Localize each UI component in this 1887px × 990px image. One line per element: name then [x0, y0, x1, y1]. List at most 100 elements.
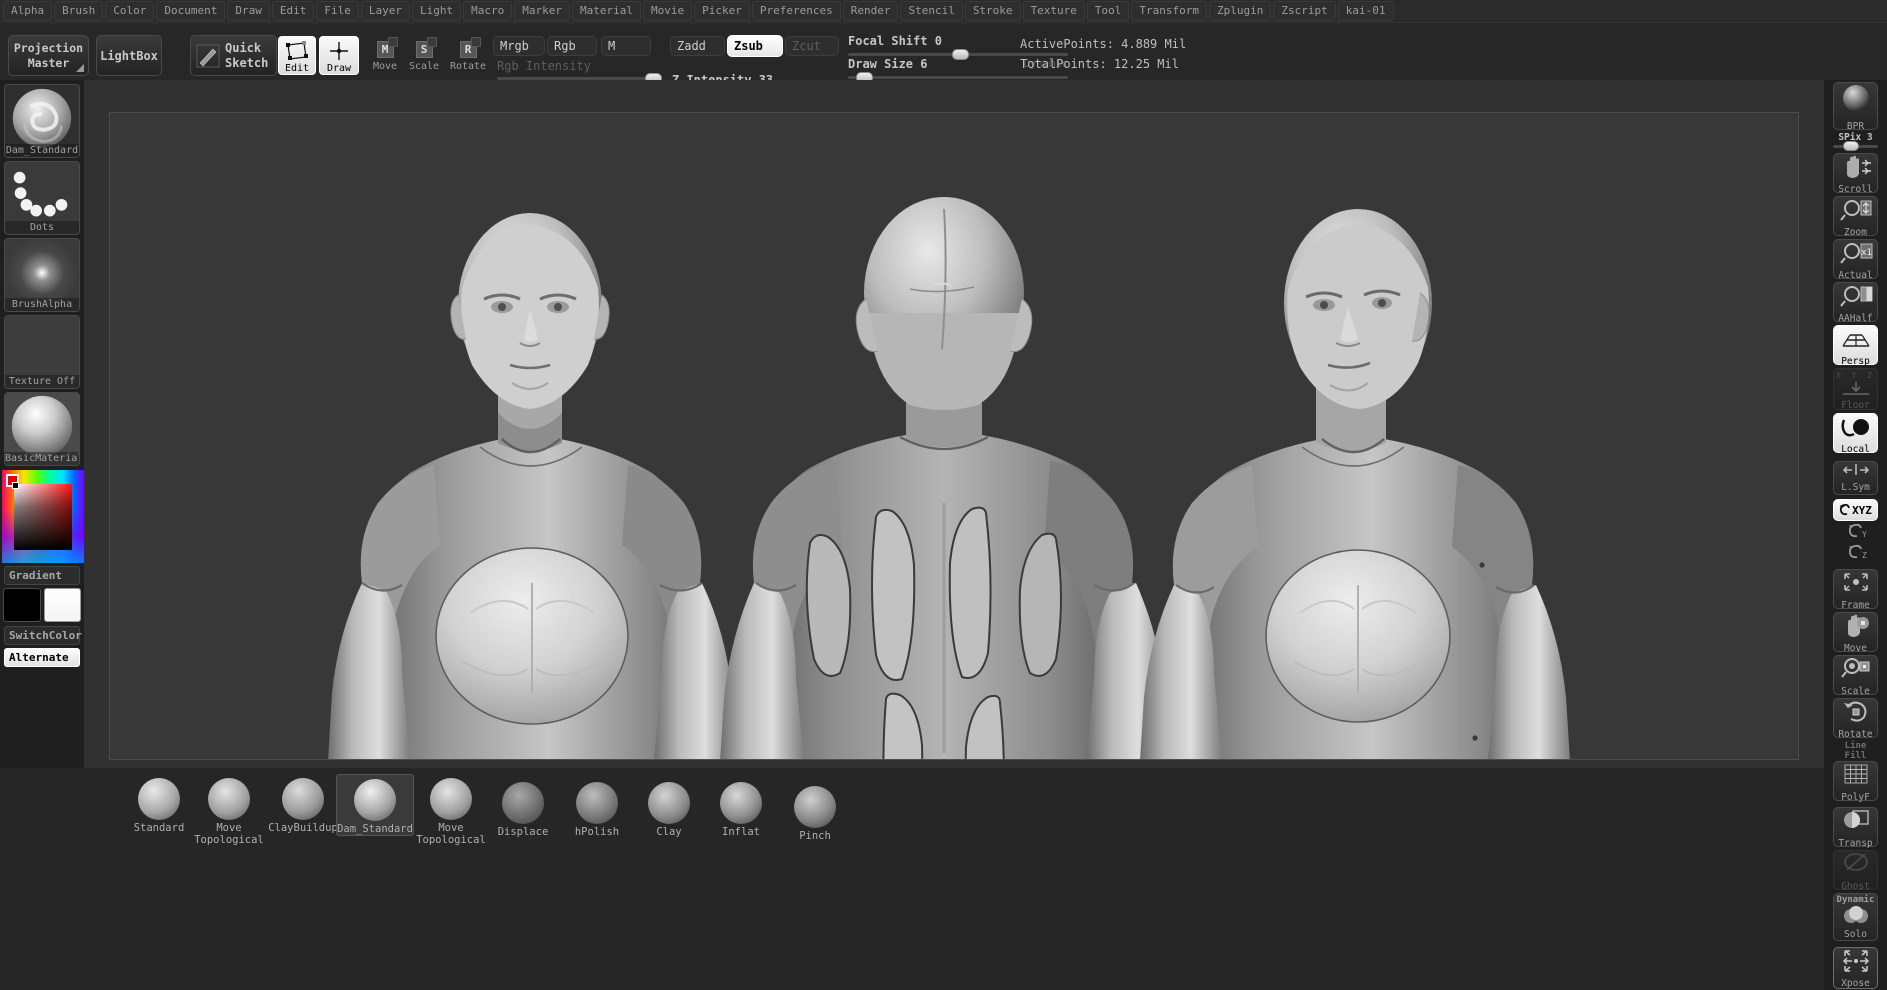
menu-item-draw[interactable]: Draw	[227, 1, 270, 21]
scale-mode-button[interactable]: S Scale	[404, 36, 444, 75]
local-button[interactable]: Local	[1833, 413, 1878, 455]
lsym-button[interactable]: L.Sym	[1833, 461, 1878, 495]
edit-mode-button[interactable]: Edit	[278, 36, 316, 75]
menu-item-preferences[interactable]: Preferences	[751, 1, 841, 21]
brush-label: hPolish	[574, 826, 620, 838]
move-label: Move	[372, 61, 398, 72]
rgb-intensity-slider[interactable]: Rgb Intensity	[497, 59, 662, 84]
viewport-canvas[interactable]	[84, 80, 1824, 768]
mrgb-button[interactable]: Mrgb	[493, 36, 545, 56]
zadd-button[interactable]: Zadd	[670, 36, 725, 56]
brush-swatch[interactable]: Dam_Standard	[4, 84, 80, 158]
menu-item-texture[interactable]: Texture	[1022, 1, 1085, 21]
switch-color-button[interactable]: SwitchColor	[4, 626, 82, 645]
menu-item-render[interactable]: Render	[842, 1, 899, 21]
zoom-button[interactable]: Zoom	[1833, 196, 1878, 238]
quick-sketch-button[interactable]: Quick Sketch	[190, 35, 277, 76]
xyz-symmetry-button[interactable]: XYZ	[1833, 499, 1878, 521]
material-swatch[interactable]: BasicMaterial	[4, 392, 80, 466]
lightbox-button[interactable]: LightBox	[96, 35, 162, 76]
floor-axes-label[interactable]: X Y Z	[1834, 369, 1877, 380]
menu-item-color[interactable]: Color	[105, 1, 155, 21]
menu-item-picker[interactable]: Picker	[694, 1, 750, 21]
brush-item-clay[interactable]: Clay	[630, 782, 708, 838]
focal-shift-track[interactable]	[848, 49, 1068, 60]
color-picker[interactable]	[2, 470, 84, 563]
actual-button[interactable]: x1 Actual	[1833, 239, 1878, 281]
projection-master-button[interactable]: Projection Master	[8, 35, 89, 76]
spix-knob[interactable]	[1843, 141, 1859, 151]
ghost-button[interactable]: Ghost	[1833, 850, 1878, 892]
menu-item-zplugin[interactable]: Zplugin	[1209, 1, 1272, 21]
m-button[interactable]: M	[601, 36, 651, 56]
transp-button[interactable]: Transp	[1833, 807, 1878, 849]
texture-swatch[interactable]: Texture Off	[4, 315, 80, 389]
menu-item-file[interactable]: File	[316, 1, 359, 21]
scroll-button[interactable]: Scroll	[1833, 153, 1878, 195]
menu-item-edit[interactable]: Edit	[271, 1, 315, 21]
menu-item-stencil[interactable]: Stencil	[900, 1, 963, 21]
move-mode-button[interactable]: M Move	[365, 36, 405, 75]
menu-item-macro[interactable]: Macro	[463, 1, 513, 21]
xpose-button[interactable]: Xpose	[1833, 947, 1878, 989]
menu-item-kai01[interactable]: kai-01	[1337, 1, 1394, 21]
brush-item-move-topological-1[interactable]: Move Topological	[190, 778, 268, 846]
brush-item-claybuildup[interactable]: ClayBuildup	[264, 778, 342, 834]
draw-size-track[interactable]	[848, 72, 1068, 83]
floor-button[interactable]: X Y Z Floor	[1833, 368, 1878, 411]
zcut-button[interactable]: Zcut	[785, 36, 839, 56]
menu-item-layer[interactable]: Layer	[360, 1, 410, 21]
rgb-button[interactable]: Rgb	[547, 36, 597, 56]
brush-item-hpolish[interactable]: hPolish	[558, 782, 636, 838]
draw-mode-button[interactable]: Draw	[319, 36, 359, 75]
menu-item-material[interactable]: Material	[571, 1, 641, 21]
alternate-button[interactable]: Alternate	[4, 648, 80, 667]
menu-item-tool[interactable]: Tool	[1086, 1, 1130, 21]
menu-item-marker[interactable]: Marker	[514, 1, 570, 21]
solo-button[interactable]: Dynamic Solo	[1833, 893, 1878, 941]
brush-item-inflat[interactable]: Inflat	[702, 782, 780, 838]
rotate-label: Rotate	[449, 61, 487, 72]
brush-item-dam-standard[interactable]: Dam_Standard	[336, 774, 414, 836]
sv-cursor[interactable]	[12, 482, 19, 489]
move-gizmo-button[interactable]: Move	[1833, 612, 1878, 654]
menu-item-zscript[interactable]: Zscript	[1273, 1, 1336, 21]
z-symmetry-button[interactable]: Z	[1833, 543, 1878, 563]
menu-item-transform[interactable]: Transform	[1131, 1, 1208, 21]
scale-gizmo-button[interactable]: Scale	[1833, 655, 1878, 697]
menu-item-alpha[interactable]: Alpha	[3, 1, 53, 21]
aahalf-button[interactable]: AAHalf	[1833, 282, 1878, 324]
gradient-button[interactable]: Gradient	[4, 566, 80, 585]
document-frame[interactable]	[109, 112, 1799, 760]
menu-item-movie[interactable]: Movie	[642, 1, 693, 21]
menu-item-light[interactable]: Light	[411, 1, 462, 21]
zsub-button[interactable]: Zsub	[727, 35, 783, 57]
alpha-swatch[interactable]: BrushAlpha	[4, 238, 80, 312]
line-fill-label[interactable]: Line Fill	[1833, 741, 1878, 761]
brush-item-displace[interactable]: Displace	[484, 782, 562, 838]
secondary-color-swatch[interactable]	[43, 588, 81, 622]
stroke-swatch[interactable]: Dots	[4, 161, 80, 235]
move-topological-brush-thumb-2	[430, 778, 472, 820]
bpr-button[interactable]: BPR	[1833, 82, 1878, 132]
dynamic-label-right[interactable]: Dynamic	[1834, 894, 1877, 905]
spix-slider[interactable]: SPix 3	[1833, 132, 1878, 151]
persp-button[interactable]: Persp	[1833, 325, 1878, 367]
rotate-mode-button[interactable]: R Rotate	[445, 36, 491, 75]
menu-item-brush[interactable]: Brush	[54, 1, 104, 21]
polyf-button[interactable]: PolyF	[1833, 761, 1878, 803]
spix-track[interactable]	[1833, 141, 1878, 151]
brush-item-move-topological-2[interactable]: Move Topological	[412, 778, 490, 846]
menu-item-document[interactable]: Document	[156, 1, 226, 21]
frame-button[interactable]: Frame	[1833, 569, 1878, 611]
brush-item-standard[interactable]: Standard	[120, 778, 198, 834]
menu-item-stroke[interactable]: Stroke	[964, 1, 1021, 21]
frame-icon	[1843, 573, 1868, 591]
brush-item-pinch[interactable]: Pinch	[776, 786, 854, 842]
y-symmetry-button[interactable]: Y	[1833, 522, 1878, 542]
rotate-gizmo-icon	[1843, 701, 1866, 722]
rotate-gizmo-button[interactable]: Rotate	[1833, 698, 1878, 740]
saturation-value-field[interactable]	[14, 484, 72, 550]
sculpt-render	[110, 113, 1798, 759]
primary-color-swatch[interactable]	[3, 588, 41, 622]
